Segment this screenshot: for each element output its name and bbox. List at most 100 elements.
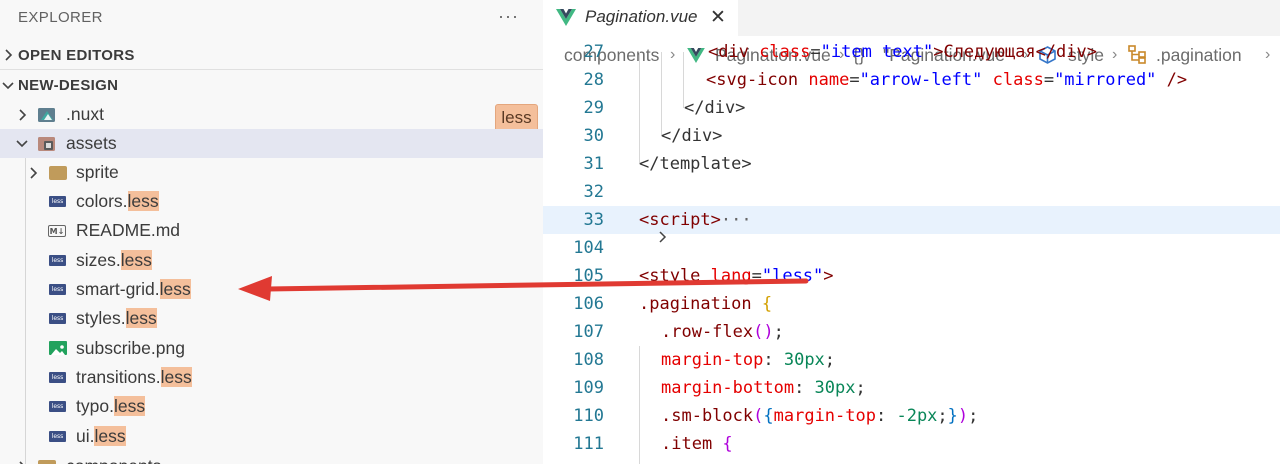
code-line: 32 — [543, 178, 1280, 206]
less-file-icon: less — [49, 431, 66, 442]
tab-title: Pagination.vue — [585, 7, 698, 26]
more-actions-icon[interactable]: ··· — [498, 6, 519, 27]
code-editor: Pagination.vue ✕ components › Pagination… — [543, 0, 1280, 464]
code-token: .row-flex — [661, 322, 754, 342]
code-token: { — [761, 294, 773, 314]
assets-folder-icon — [38, 135, 56, 152]
less-file-icon: less — [49, 313, 66, 324]
code-line: 111 .item { — [543, 430, 1280, 458]
code-token: { — [722, 434, 733, 454]
folder-icon — [49, 166, 67, 180]
line-number: 106 — [573, 294, 604, 314]
markdown-file-icon: M↓ — [48, 225, 66, 237]
search-highlight: less — [94, 426, 126, 446]
code-text: <script>··· — [639, 210, 752, 230]
code-line: 27 <div class="item text">Следующая</div… — [543, 38, 1280, 66]
code-token: ; — [824, 350, 836, 370]
line-number: 111 — [573, 434, 604, 454]
less-file-icon: less — [49, 401, 66, 412]
code-token: margin-bottom — [661, 378, 795, 398]
tab-pagination-vue[interactable]: Pagination.vue ✕ — [543, 0, 738, 36]
section-label: OPEN EDITORS — [18, 47, 135, 64]
code-area[interactable]: 27 <div class="item text">Следующая</div… — [543, 42, 1280, 464]
code-token: "item text" — [820, 42, 934, 62]
code-line: 30 </div> — [543, 122, 1280, 150]
tree-item-label: README.md — [76, 220, 181, 240]
tree-item-nuxt[interactable]: .nuxt — [0, 100, 543, 129]
tab-bar: Pagination.vue ✕ — [543, 0, 1280, 36]
tree-item-subscribe-png[interactable]: subscribe.png — [0, 334, 543, 363]
tree-item-label: transitions. — [76, 367, 161, 387]
code-token: name — [808, 70, 850, 90]
tree-item-colors-less[interactable]: less colors.less — [0, 187, 543, 216]
tree-item-label: styles. — [76, 308, 126, 328]
tree-item-transitions-less[interactable]: less transitions.less — [0, 363, 543, 392]
less-file-icon: less — [49, 284, 66, 295]
code-token: <style — [639, 266, 711, 286]
code-line: 109 margin-bottom: 30px; — [543, 374, 1280, 402]
code-token: ; — [968, 406, 979, 426]
tree-item-sprite[interactable]: sprite — [0, 158, 543, 187]
code-line: 107 .row-flex(); — [543, 318, 1280, 346]
code-token: ; — [855, 378, 866, 398]
tree-item-name: styles.less — [76, 308, 157, 329]
code-text: margin-bottom: 30px; — [661, 378, 866, 398]
less-badge: less — [495, 104, 538, 132]
tree-item-ui-less[interactable]: less ui.less — [0, 422, 543, 451]
chevron-right-icon — [1, 40, 15, 70]
explorer-title: EXPLORER — [18, 9, 103, 26]
tree-item-typo-less[interactable]: less typo.less — [0, 392, 543, 421]
line-number: 31 — [583, 154, 604, 174]
close-icon[interactable]: ✕ — [710, 6, 726, 29]
chevron-right-icon — [26, 158, 40, 187]
code-token: = — [1043, 70, 1055, 90]
code-text: .item { — [661, 434, 733, 454]
explorer-sidebar: EXPLORER ··· OPEN EDITORS NEW-DESIGN .nu… — [0, 0, 543, 464]
code-token: .sm-block — [661, 406, 754, 426]
tree-item-components[interactable]: components — [0, 452, 543, 464]
code-text: </div> — [684, 98, 746, 118]
code-token: ) — [957, 406, 969, 426]
search-highlight: less — [160, 367, 192, 387]
section-new-design[interactable]: NEW-DESIGN — [0, 70, 543, 100]
tree-item-label: assets — [66, 133, 117, 153]
code-token: ; — [773, 322, 784, 342]
code-token: ( — [753, 406, 764, 426]
vue-file-icon — [556, 9, 576, 31]
section-open-editors[interactable]: OPEN EDITORS — [0, 40, 543, 70]
tree-item-label: .nuxt — [66, 104, 104, 124]
code-line: 31 </template> — [543, 150, 1280, 178]
code-token: <div — [708, 42, 760, 62]
code-line: 104 — [543, 234, 1280, 262]
code-text: <div class="item text">Следующая</div> — [708, 42, 1097, 62]
tree-item-styles-less[interactable]: less styles.less — [0, 304, 543, 333]
line-number: 32 — [583, 182, 604, 202]
code-token: lang — [710, 266, 752, 286]
image-file-icon — [49, 341, 67, 355]
tree-item-smart-grid-less[interactable]: less smart-grid.less — [0, 275, 543, 304]
code-token: <svg-icon — [706, 70, 809, 90]
tree-item-readme[interactable]: M↓ README.md — [0, 216, 543, 245]
search-highlight: less — [113, 396, 146, 416]
tree-item-assets[interactable]: assets — [0, 129, 543, 158]
code-token: = — [849, 70, 860, 90]
line-number: 108 — [573, 350, 604, 370]
code-token: () — [753, 322, 774, 342]
code-token: -2px — [896, 406, 938, 426]
tree-item-name: transitions.less — [76, 367, 192, 388]
search-highlight: less — [159, 279, 191, 299]
less-file-icon: less — [49, 372, 66, 383]
tree-item-name: smart-grid.less — [76, 279, 191, 300]
chevron-right-icon — [15, 452, 29, 464]
folded-ellipsis[interactable]: ··· — [721, 210, 752, 230]
tree-item-label: typo. — [76, 396, 114, 416]
line-number: 29 — [583, 98, 604, 118]
tree-item-sizes-less[interactable]: less sizes.less — [0, 246, 543, 275]
tree-item-label: sizes. — [76, 250, 121, 270]
line-number: 30 — [583, 126, 604, 146]
tree-item-label: sprite — [76, 162, 119, 182]
code-token: >Следующая</div> — [933, 42, 1097, 62]
code-text: </div> — [661, 126, 723, 146]
code-token: <script> — [639, 210, 721, 230]
tree-item-name: typo.less — [76, 396, 146, 417]
